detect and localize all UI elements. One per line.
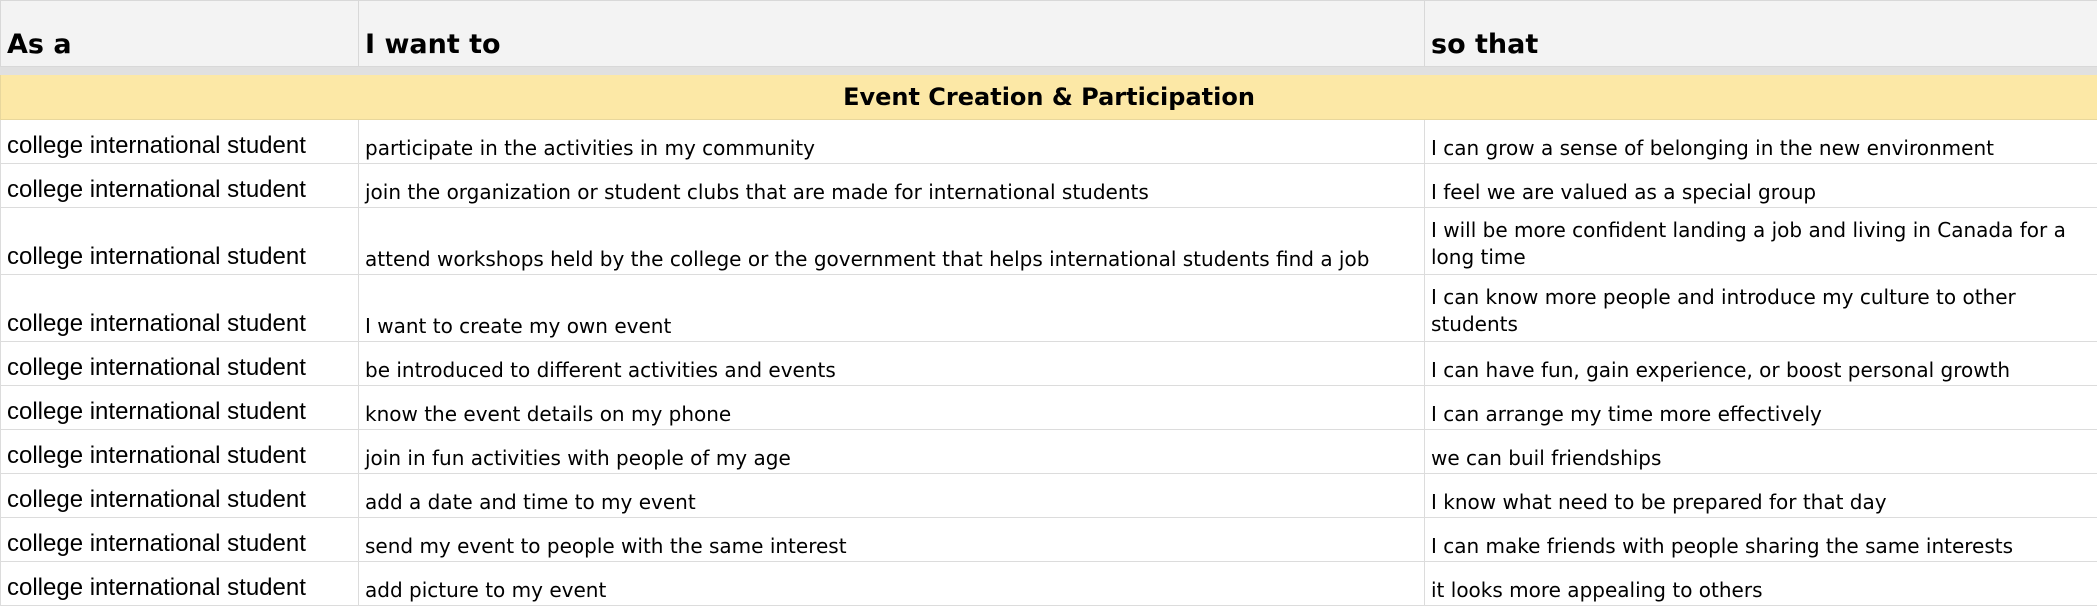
table-row: college international studentparticipate… [1,120,2097,164]
cell-so-that[interactable]: I can know more people and introduce my … [1425,275,2097,342]
cell-i-want-to[interactable]: send my event to people with the same in… [359,518,1425,562]
cell-i-want-to[interactable]: participate in the activities in my comm… [359,120,1425,164]
table-row: college international studentI want to c… [1,275,2097,342]
cell-i-want-to[interactable]: join in fun activities with people of my… [359,430,1425,474]
cell-so-that[interactable]: I know what need to be prepared for that… [1425,474,2097,518]
cell-i-want-to[interactable]: add picture to my event [359,562,1425,606]
cell-so-that[interactable]: I feel we are valued as a special group [1425,164,2097,208]
section-title-cell[interactable]: Event Creation & Participation [1,75,2097,120]
user-stories-sheet: As a I want to so that Event Creation & … [0,0,2097,606]
table-row: college international studentjoin the or… [1,164,2097,208]
cell-as-a[interactable]: college international student [1,430,359,474]
cell-so-that[interactable]: I can arrange my time more effectively [1425,386,2097,430]
cell-as-a[interactable]: college international student [1,208,359,275]
header-cell-i-want-to[interactable]: I want to [359,1,1425,67]
cell-so-that[interactable]: I can make friends with people sharing t… [1425,518,2097,562]
table-row: college international studentknow the ev… [1,386,2097,430]
frozen-divider-cell [1,67,2097,75]
header-row: As a I want to so that [1,1,2097,67]
cell-i-want-to[interactable]: be introduced to different activities an… [359,342,1425,386]
cell-i-want-to[interactable]: join the organization or student clubs t… [359,164,1425,208]
frozen-divider [1,67,2097,75]
cell-so-that[interactable]: I can grow a sense of belonging in the n… [1425,120,2097,164]
cell-so-that[interactable]: it looks more appealing to others [1425,562,2097,606]
cell-as-a[interactable]: college international student [1,275,359,342]
table-row: college international studentjoin in fun… [1,430,2097,474]
table-body: Event Creation & Participation college i… [1,75,2097,606]
table-row: college international studentbe introduc… [1,342,2097,386]
cell-i-want-to[interactable]: I want to create my own event [359,275,1425,342]
cell-so-that[interactable]: I can have fun, gain experience, or boos… [1425,342,2097,386]
header-cell-as-a[interactable]: As a [1,1,359,67]
cell-i-want-to[interactable]: add a date and time to my event [359,474,1425,518]
table-row: college international studentadd a date … [1,474,2097,518]
cell-as-a[interactable]: college international student [1,474,359,518]
cell-as-a[interactable]: college international student [1,120,359,164]
table-row: college international studentadd picture… [1,562,2097,606]
cell-as-a[interactable]: college international student [1,342,359,386]
cell-so-that[interactable]: I will be more confident landing a job a… [1425,208,2097,275]
cell-i-want-to[interactable]: know the event details on my phone [359,386,1425,430]
cell-as-a[interactable]: college international student [1,518,359,562]
cell-as-a[interactable]: college international student [1,562,359,606]
cell-as-a[interactable]: college international student [1,386,359,430]
cell-as-a[interactable]: college international student [1,164,359,208]
table-row: college international studentattend work… [1,208,2097,275]
cell-so-that[interactable]: we can buil friendships [1425,430,2097,474]
table-row: college international studentsend my eve… [1,518,2097,562]
cell-i-want-to[interactable]: attend workshops held by the college or … [359,208,1425,275]
header-cell-so-that[interactable]: so that [1425,1,2097,67]
section-row: Event Creation & Participation [1,75,2097,120]
